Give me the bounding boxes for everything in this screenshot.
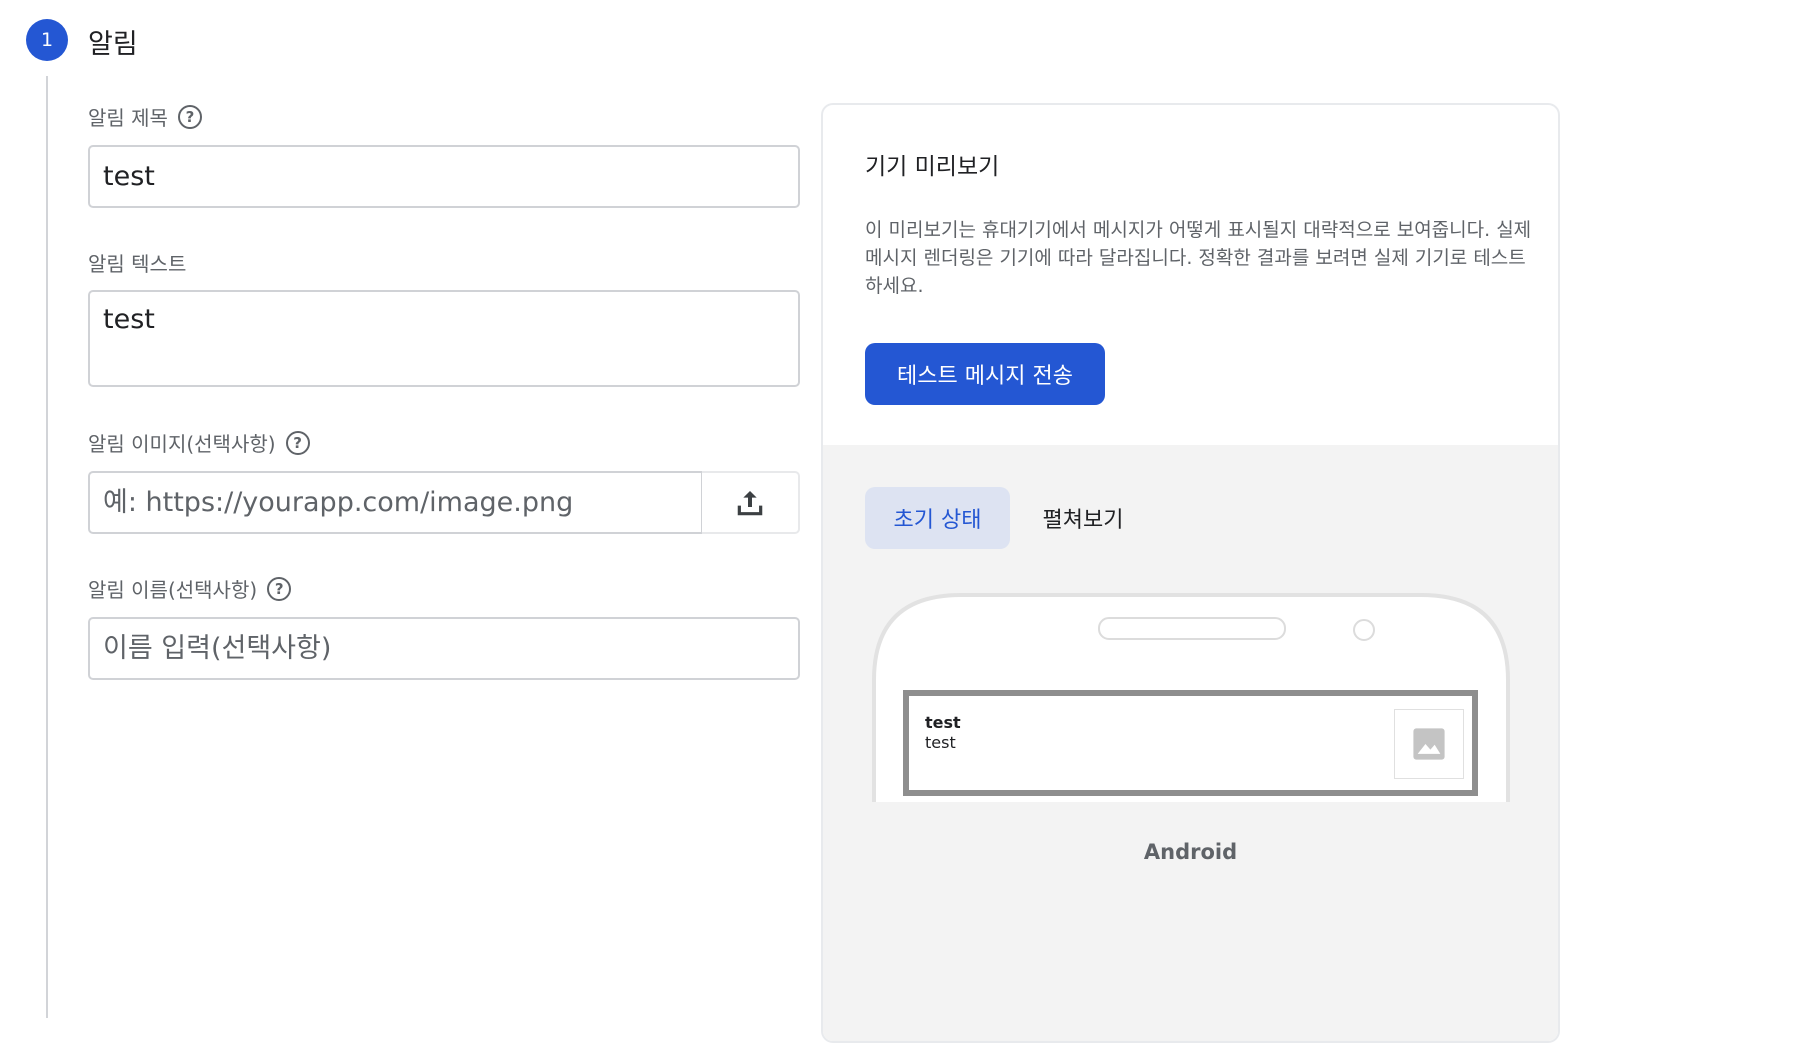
notification-text-input[interactable]: test bbox=[88, 290, 800, 387]
tab-expanded-view[interactable]: 펼쳐보기 bbox=[1023, 487, 1143, 549]
step-title: 알림 bbox=[88, 29, 138, 60]
notification-preview: test test bbox=[903, 690, 1478, 796]
notification-preview-title: test bbox=[925, 713, 961, 732]
upload-icon bbox=[737, 490, 763, 515]
notification-image-label-text: 알림 이미지(선택사항) bbox=[88, 432, 276, 456]
notification-name-label: 알림 이름(선택사항) ? bbox=[88, 574, 292, 603]
step-number-badge: 1 bbox=[26, 19, 68, 61]
image-placeholder-icon bbox=[1394, 709, 1464, 779]
notification-title-label-text: 알림 제목 bbox=[88, 106, 168, 130]
upload-image-button[interactable] bbox=[702, 471, 800, 534]
notification-name-input[interactable]: 이름 입력(선택사항) bbox=[88, 617, 800, 680]
notification-text-label-text: 알림 텍스트 bbox=[88, 252, 187, 276]
device-preview-title: 기기 미리보기 bbox=[865, 154, 1000, 180]
notification-title-label: 알림 제목 ? bbox=[88, 102, 202, 131]
notification-image-url-input[interactable]: 예: https://yourapp.com/image.png bbox=[88, 471, 703, 534]
notification-preview-body: test bbox=[925, 733, 956, 752]
help-icon[interactable]: ? bbox=[177, 104, 202, 129]
device-platform-label: Android bbox=[1143, 840, 1238, 864]
device-preview-description: 이 미리보기는 휴대기기에서 메시지가 어떻게 표시될지 대략적으로 보여줍니다… bbox=[865, 219, 1532, 297]
notification-image-label: 알림 이미지(선택사항) ? bbox=[88, 428, 310, 457]
notification-name-label-text: 알림 이름(선택사항) bbox=[88, 578, 258, 602]
help-icon[interactable]: ? bbox=[285, 430, 310, 455]
notification-text-label: 알림 텍스트 bbox=[88, 248, 186, 277]
device-preview-card: 기기 미리보기 이 미리보기는 휴대기기에서 메시지가 어떻게 표시될지 대략적… bbox=[821, 103, 1560, 1043]
phone-camera bbox=[1353, 619, 1375, 641]
preview-area: 초기 상태 펼쳐보기 test test Android bbox=[823, 445, 1558, 1041]
notification-title-input[interactable]: test bbox=[88, 145, 800, 208]
help-icon[interactable]: ? bbox=[267, 576, 292, 601]
step-connector-line bbox=[46, 76, 48, 1018]
tab-initial-state[interactable]: 초기 상태 bbox=[865, 487, 1010, 549]
send-test-message-button[interactable]: 테스트 메시지 전송 bbox=[865, 343, 1105, 405]
phone-speaker bbox=[1098, 617, 1286, 640]
